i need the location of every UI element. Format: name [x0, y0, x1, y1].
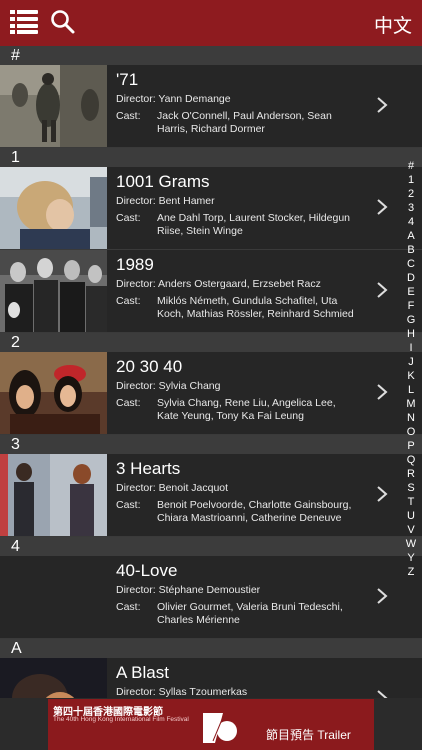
index-letter[interactable]: S — [407, 481, 414, 495]
index-letter[interactable]: J — [408, 355, 414, 369]
index-letter[interactable]: A — [407, 229, 414, 243]
film-row[interactable]: '71 Director: Yann Demange Cast: Jack O'… — [0, 65, 422, 148]
index-letter[interactable]: 1 — [408, 173, 414, 187]
index-letter[interactable]: # — [408, 159, 414, 173]
film-cast: Miklós Németh, Gundula Schafitel, Uta Ko… — [157, 295, 354, 320]
cast-label: Cast: — [116, 212, 141, 224]
chevron-right-icon[interactable] — [376, 281, 388, 299]
language-toggle-button[interactable]: 中文 — [374, 11, 412, 38]
film-thumbnail — [0, 658, 107, 698]
film-cast: Sylvia Chang, Rene Liu, Angelica Lee, Ka… — [157, 397, 336, 422]
index-letter[interactable]: P — [407, 439, 414, 453]
section-header-3: 3 — [0, 435, 422, 454]
festival-logo-icon — [203, 713, 237, 743]
film-thumbnail — [0, 454, 107, 536]
chevron-right-icon[interactable] — [376, 383, 388, 401]
index-letter[interactable]: U — [407, 509, 415, 523]
index-letter[interactable]: W — [406, 537, 416, 551]
film-title: A Blast — [116, 663, 169, 682]
cast-label: Cast: — [116, 397, 141, 409]
film-row[interactable]: 20 30 40 Director: Sylvia Chang Cast: Sy… — [0, 352, 422, 435]
film-list[interactable]: # '71 Director: Yann Demange Cast: Jack … — [0, 46, 422, 698]
section-header-a: A — [0, 639, 422, 658]
banner-trailer-label: 節目預告 Trailer — [266, 728, 351, 742]
index-letter[interactable]: L — [408, 383, 414, 397]
chevron-right-icon[interactable] — [376, 689, 388, 698]
cast-label: Cast: — [116, 110, 141, 122]
chevron-right-icon[interactable] — [376, 96, 388, 114]
film-cast: Olivier Gourmet, Valeria Bruni Tedeschi,… — [157, 601, 343, 626]
film-title: 40-Love — [116, 561, 178, 580]
film-thumbnail — [0, 250, 107, 332]
index-letter[interactable]: O — [407, 425, 416, 439]
index-letter[interactable]: T — [408, 495, 415, 509]
film-director: Director: Anders Ostergaard, Erzsebet Ra… — [116, 278, 321, 290]
index-letter[interactable]: C — [407, 257, 415, 271]
film-row[interactable]: 40-Love Director: Stéphane Demoustier Ca… — [0, 556, 422, 639]
chevron-right-icon[interactable] — [376, 587, 388, 605]
section-header-4: 4 — [0, 537, 422, 556]
cast-label: Cast: — [116, 601, 141, 613]
film-director: Director: Benoit Jacquot — [116, 482, 229, 494]
film-title: 20 30 40 — [116, 357, 183, 376]
film-cast: Jack O'Connell, Paul Anderson, Sean Harr… — [157, 110, 332, 135]
chevron-right-icon[interactable] — [376, 485, 388, 503]
film-director: Director: Syllas Tzoumerkas — [116, 686, 248, 698]
top-bar: 中文 — [0, 0, 422, 46]
chevron-right-icon[interactable] — [376, 198, 388, 216]
film-director: Director: Bent Hamer — [116, 195, 215, 207]
film-title: '71 — [116, 70, 139, 89]
index-letter[interactable]: I — [409, 341, 412, 355]
index-letter[interactable]: K — [407, 369, 414, 383]
index-letter[interactable]: B — [407, 243, 414, 257]
film-row[interactable]: A Blast Director: Syllas Tzoumerkas — [0, 658, 422, 698]
index-letter[interactable]: Q — [407, 453, 416, 467]
index-letter[interactable]: 2 — [408, 187, 414, 201]
cast-label: Cast: — [116, 295, 141, 307]
film-title: 1989 — [116, 255, 154, 274]
search-icon[interactable] — [50, 9, 76, 35]
film-title: 1001 Grams — [116, 172, 210, 191]
index-letter[interactable]: 3 — [408, 201, 414, 215]
film-director: Director: Sylvia Chang — [116, 380, 221, 392]
banner-english-title: The 40th Hong Kong International Film Fe… — [53, 716, 189, 723]
film-director: Director: Stéphane Demoustier — [116, 584, 261, 596]
film-thumbnail — [0, 556, 107, 638]
index-letter[interactable]: Z — [408, 565, 415, 579]
index-letter[interactable]: G — [407, 313, 416, 327]
film-cast: Ane Dahl Torp, Laurent Stocker, Hildegun… — [157, 212, 351, 237]
film-title: 3 Hearts — [116, 459, 181, 478]
trailer-banner[interactable]: 第四十屆香港國際電影節 The 40th Hong Kong Internati… — [48, 699, 374, 750]
index-letter[interactable]: V — [407, 523, 414, 537]
film-cast: Benoit Poelvoorde, Charlotte Gainsbourg,… — [157, 499, 352, 524]
index-letter[interactable]: D — [407, 271, 415, 285]
cast-label: Cast: — [116, 499, 141, 511]
index-letter[interactable]: H — [407, 327, 415, 341]
index-letter[interactable]: N — [407, 411, 415, 425]
index-letter[interactable]: 4 — [408, 215, 414, 229]
film-row[interactable]: 3 Hearts Director: Benoit Jacquot Cast: … — [0, 454, 422, 537]
alphabet-index[interactable]: #1 2 3 4 A B C D E F G H I J K L M N O P Q R S T U V W Y Z — [403, 159, 419, 579]
index-letter[interactable]: F — [408, 299, 415, 313]
section-header-2: 2 — [0, 333, 422, 352]
section-header-1: 1 — [0, 148, 422, 167]
index-letter[interactable]: R — [407, 467, 415, 481]
film-row[interactable]: 1989 Director: Anders Ostergaard, Erzseb… — [0, 250, 422, 333]
film-thumbnail — [0, 352, 107, 434]
film-thumbnail — [0, 167, 107, 249]
menu-list-icon[interactable] — [10, 10, 38, 34]
index-letter[interactable]: E — [407, 285, 414, 299]
film-row[interactable]: 1001 Grams Director: Bent Hamer Cast: An… — [0, 167, 422, 250]
film-thumbnail — [0, 65, 107, 147]
index-letter[interactable]: M — [406, 397, 415, 411]
index-letter[interactable]: Y — [407, 551, 414, 565]
film-director: Director: Yann Demange — [116, 93, 231, 105]
section-header-hash: # — [0, 46, 422, 65]
